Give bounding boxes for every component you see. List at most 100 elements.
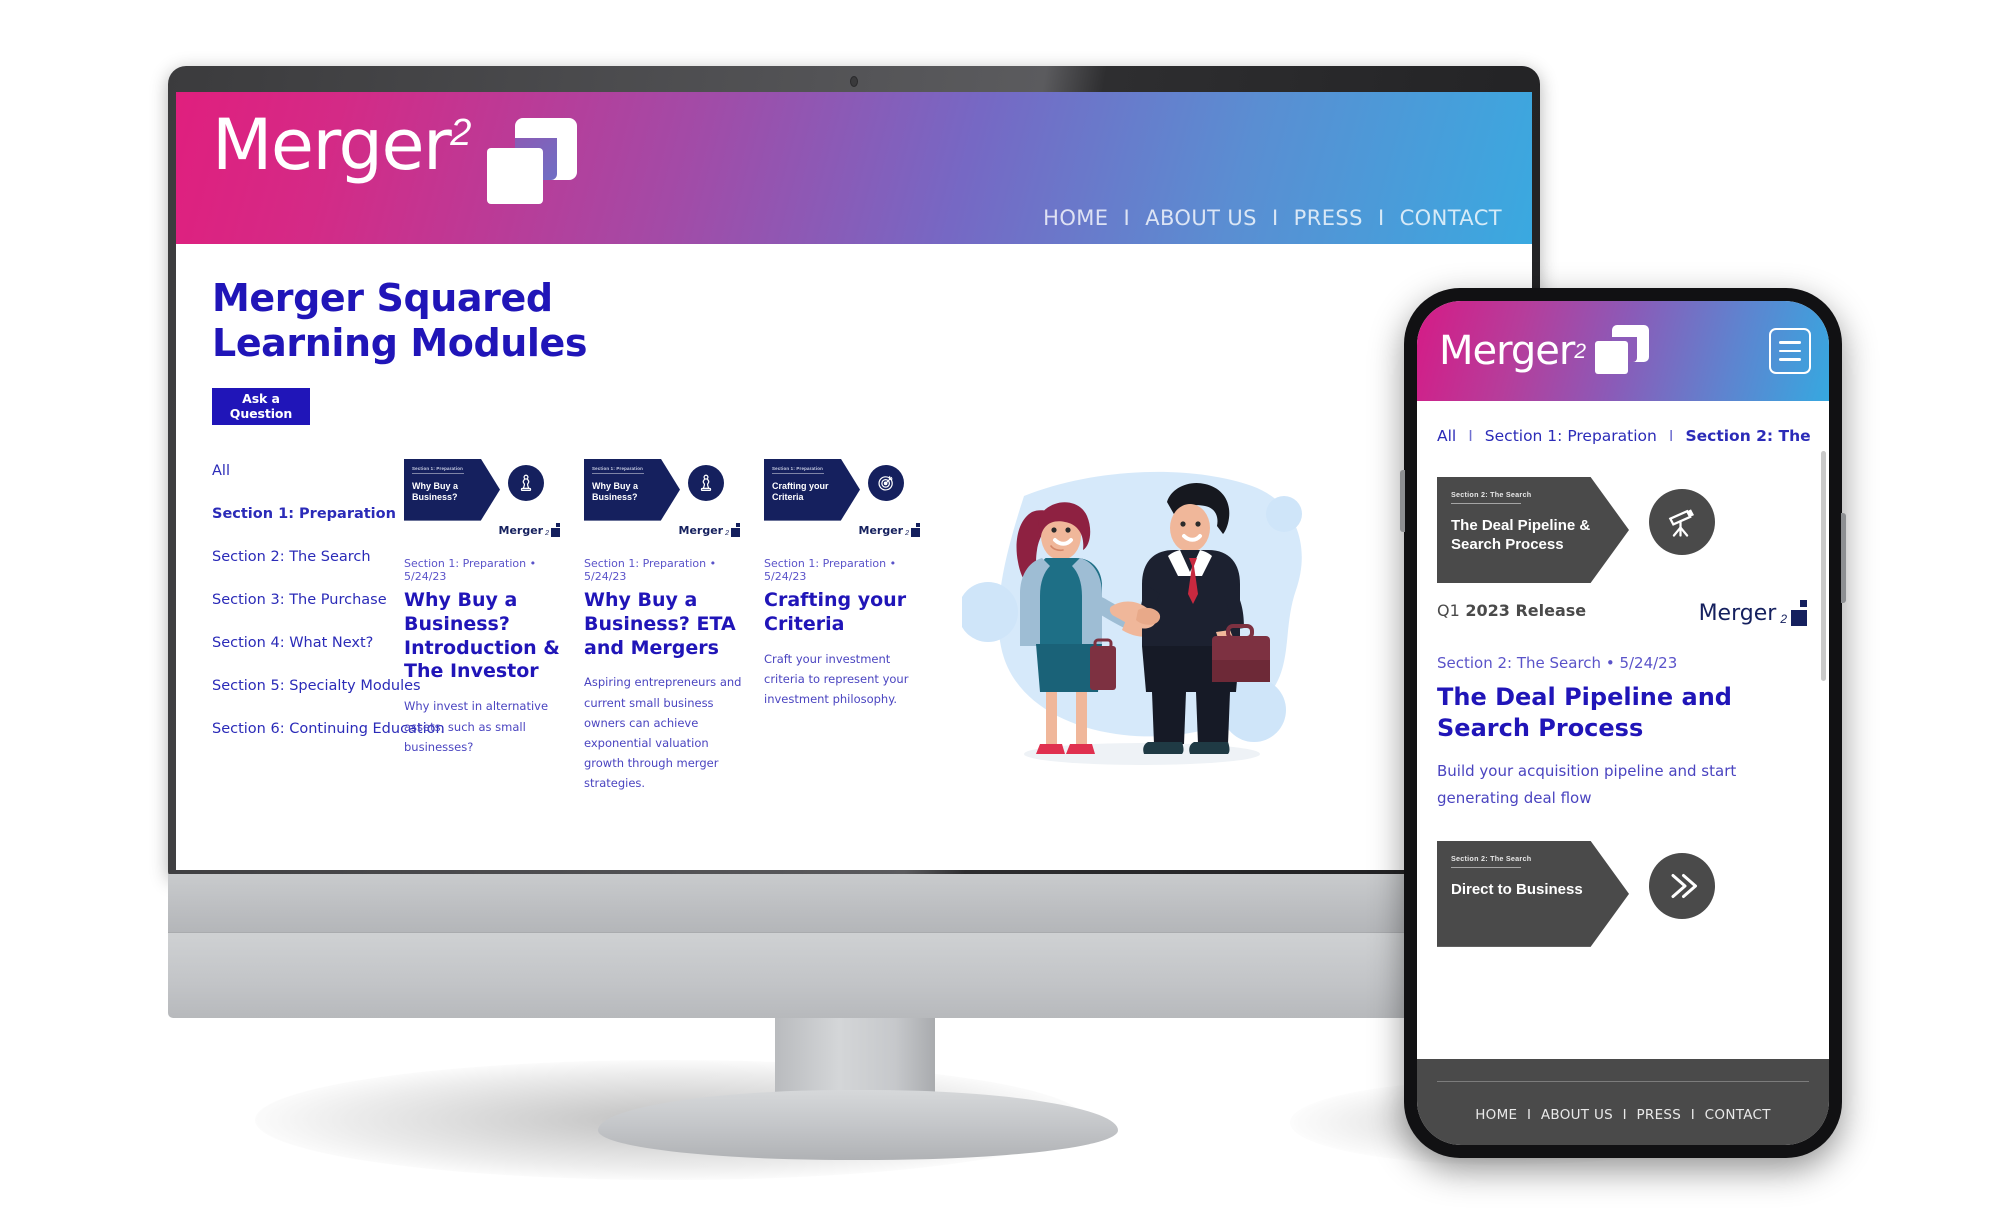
thumbnail-arrow-banner: Section 1: Preparation Why Buy a Busines…	[584, 458, 680, 521]
chess-pawn-icon	[688, 464, 724, 501]
thumbnail-brand-logo: Merger 2	[678, 522, 740, 537]
phone-footer-item-press[interactable]: PRESS	[1636, 1107, 1681, 1123]
thumbnail-title: Why Buy a Business?	[592, 480, 639, 502]
thumbnail-brand-superscript: 2	[905, 529, 909, 537]
brand-logo-mark	[485, 118, 578, 210]
chess-pawn-icon	[508, 464, 544, 501]
phone-footer-item-contact[interactable]: CONTACT	[1705, 1107, 1771, 1123]
phone-power-button[interactable]	[1841, 513, 1846, 603]
phone-scrollbar[interactable]	[1821, 451, 1826, 681]
sidebar-item-section-5[interactable]: Section 5: Specialty Modules	[212, 678, 421, 694]
nav-separator: I	[1123, 206, 1131, 230]
phone-thumbnail-arrow-banner: Section 2: The Search Direct to Business	[1437, 840, 1629, 947]
monitor-screen: Merger 2 HOME I ABOUT US I PRESS I CONTA…	[176, 92, 1532, 870]
site-body: Merger Squared Learning Modules Ask a Qu…	[176, 244, 1532, 870]
smartphone: Merger 2 All I Section 1: Preparation I …	[1400, 288, 1846, 1158]
card-title[interactable]: Crafting your Criteria	[764, 589, 922, 637]
phone-section-tabs[interactable]: All I Section 1: Preparation I Section 2…	[1417, 401, 1829, 463]
module-card-list: Section 1: Preparation Why Buy a Busines…	[404, 458, 922, 794]
module-card[interactable]: Section 1: Preparation Why Buy a Busines…	[584, 458, 742, 794]
thumbnail-section-badge: Section 1: Preparation	[592, 465, 644, 471]
monitor-stand-foot	[598, 1090, 1118, 1160]
brand-logo[interactable]: Merger 2	[212, 110, 578, 210]
thumbnail-brand-superscript: 2	[545, 529, 549, 537]
ask-a-question-button[interactable]: Ask a Question	[212, 387, 310, 425]
phone-footer-item-home[interactable]: HOME	[1475, 1107, 1517, 1123]
thumbnail-title: Why Buy a Business?	[412, 480, 459, 502]
site-nav[interactable]: HOME I ABOUT US I PRESS I CONTACT	[1043, 206, 1502, 230]
card-description: Aspiring entrepreneurs and current small…	[584, 675, 742, 791]
thumbnail-brand-logo: Merger 2	[858, 522, 920, 537]
sidebar-item-section-4[interactable]: Section 4: What Next?	[212, 635, 390, 651]
target-icon	[868, 464, 904, 501]
module-card[interactable]: Section 1: Preparation Why Buy a Busines…	[404, 458, 562, 794]
hamburger-menu-icon[interactable]	[1769, 328, 1811, 374]
card-description: Why invest in alternative assets, such a…	[404, 699, 549, 754]
phone-card-title[interactable]: The Deal Pipeline and Search Process	[1437, 682, 1809, 744]
nav-separator: I	[1377, 206, 1385, 230]
card-meta: Section 1: Preparation • 5/24/23	[764, 556, 897, 583]
thumbnail-rule	[412, 472, 464, 474]
phone-card-description: Build your acquisition pipeline and star…	[1437, 762, 1737, 807]
sidebar-item-section-2[interactable]: Section 2: The Search	[212, 549, 390, 565]
phone-thumbnail-section-badge: Section 2: The Search	[1451, 490, 1532, 499]
thumbnail-rule	[772, 472, 824, 474]
card-title[interactable]: Why Buy a Business? ETA and Mergers	[584, 589, 742, 661]
thumbnail-brand-logo: Merger 2	[498, 522, 560, 537]
thumbnail-brand-name: Merger	[678, 523, 724, 537]
phone-card-thumbnail[interactable]: Section 2: The Search The Deal Pipeline …	[1437, 477, 1809, 585]
phone-tab-section-2[interactable]: Section 2: The	[1685, 427, 1810, 445]
nav-item-contact[interactable]: CONTACT	[1400, 206, 1502, 230]
monitor-base-plate	[168, 932, 1540, 1018]
phone-volume-button[interactable]	[1400, 470, 1405, 532]
thumbnail-brand-name: Merger	[498, 523, 544, 537]
phone-card-thumbnail[interactable]: Section 2: The Search Direct to Business	[1437, 840, 1809, 949]
thumbnail-arrow-banner: Section 1: Preparation Crafting your Cri…	[764, 458, 860, 521]
telescope-icon	[1649, 489, 1715, 555]
nav-item-press[interactable]: PRESS	[1294, 206, 1363, 230]
phone-footer-separator: I	[1690, 1107, 1696, 1123]
sidebar-item-section-6[interactable]: Section 6: Continuing Education	[212, 721, 445, 737]
desktop-monitor: Merger 2 HOME I ABOUT US I PRESS I CONTA…	[168, 66, 1540, 876]
phone-release-rest: 2023 Release	[1465, 601, 1587, 620]
phone-tab-section-1[interactable]: Section 1: Preparation	[1485, 427, 1657, 445]
nav-item-home[interactable]: HOME	[1043, 206, 1108, 230]
phone-thumbnail-arrow-banner: Section 2: The Search The Deal Pipeline …	[1437, 477, 1629, 583]
phone-thumbnail-rule	[1451, 503, 1521, 504]
phone-brand-name: Merger	[1439, 328, 1575, 374]
double-chevron-right-icon	[1649, 852, 1715, 919]
card-thumbnail[interactable]: Section 1: Preparation Why Buy a Busines…	[404, 458, 562, 537]
brand-superscript: 2	[450, 112, 472, 154]
phone-site-footer: HOME I ABOUT US I PRESS I CONTACT	[1417, 1059, 1829, 1145]
phone-tab-all[interactable]: All	[1437, 427, 1456, 445]
card-title[interactable]: Why Buy a Business? Introduction & The I…	[404, 589, 562, 685]
module-card[interactable]: Section 1: Preparation Crafting your Cri…	[764, 458, 922, 794]
business-handshake-illustration	[958, 454, 1322, 784]
section-filter-list[interactable]: All Section 1: Preparation Section 2: Th…	[212, 459, 445, 794]
thumbnail-brand-superscript: 2	[725, 529, 729, 537]
thumbnail-brand-mark	[551, 522, 560, 537]
phone-card-text: Section 2: The Search • 5/24/23 The Deal…	[1417, 620, 1829, 811]
thumbnail-section-badge: Section 1: Preparation	[412, 465, 464, 471]
sidebar-item-section-1[interactable]: Section 1: Preparation	[212, 506, 396, 522]
phone-footer-item-about-us[interactable]: ABOUT US	[1541, 1107, 1613, 1123]
thumbnail-brand-mark	[731, 522, 740, 537]
phone-footer-nav[interactable]: HOME I ABOUT US I PRESS I CONTACT	[1475, 1107, 1771, 1123]
card-thumbnail[interactable]: Section 1: Preparation Why Buy a Busines…	[584, 458, 742, 537]
phone-module-card[interactable]: Section 2: The Search Direct to Business	[1417, 811, 1829, 949]
phone-module-card[interactable]: Section 2: The Search The Deal Pipeline …	[1417, 463, 1829, 626]
card-thumbnail[interactable]: Section 1: Preparation Crafting your Cri…	[764, 458, 922, 537]
phone-tab-separator: I	[1468, 427, 1473, 445]
card-meta: Section 1: Preparation • 5/24/23	[404, 556, 537, 583]
phone-thumbnail-section-badge: Section 2: The Search	[1451, 853, 1532, 863]
card-description: Craft your investment criteria to repres…	[764, 651, 909, 706]
nav-item-about-us[interactable]: ABOUT US	[1145, 206, 1257, 230]
thumbnail-section-badge: Section 1: Preparation	[772, 465, 824, 471]
thumbnail-brand-name: Merger	[858, 523, 904, 537]
phone-brand-superscript: 2	[1574, 339, 1586, 363]
page-title: Merger Squared Learning Modules	[212, 276, 588, 365]
phone-brand-logo-mark	[1595, 325, 1649, 377]
sidebar-item-section-3[interactable]: Section 3: The Purchase	[212, 592, 390, 608]
sidebar-item-all[interactable]: All	[212, 463, 390, 479]
phone-release-quarter: Q1	[1437, 601, 1460, 620]
